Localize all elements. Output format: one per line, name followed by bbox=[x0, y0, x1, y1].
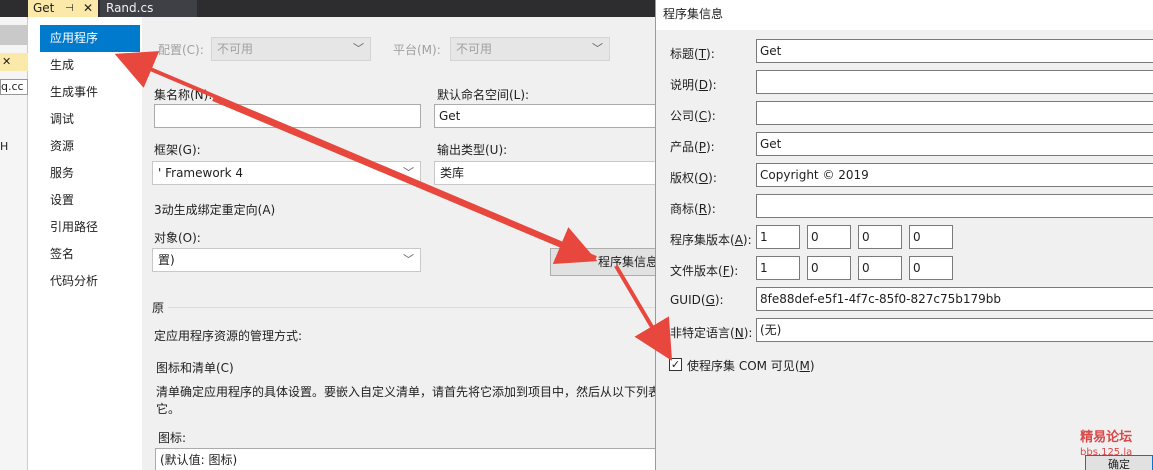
company-label: 公司(C): bbox=[670, 109, 716, 123]
watermark-line2: bbs.125.la bbox=[1080, 447, 1133, 458]
left-window-strip: ✕ q.cc H bbox=[0, 17, 28, 470]
config-value: 不可用 bbox=[217, 42, 254, 56]
left-strip-highlight bbox=[0, 25, 28, 45]
nav-item-services[interactable]: 服务 bbox=[40, 160, 140, 187]
com-visible-label[interactable]: 使程序集 COM 可见(M) bbox=[687, 357, 815, 374]
assembly-version-major[interactable]: 1 bbox=[756, 225, 800, 249]
output-type-dropdown[interactable]: 类库 bbox=[434, 161, 655, 185]
file-version-minor[interactable]: 0 bbox=[807, 256, 851, 280]
nav-item-debug[interactable]: 调试 bbox=[40, 106, 140, 133]
auto-binding-redirect-checkbox[interactable]: 3动生成绑定重定向(A) bbox=[154, 201, 275, 218]
company-input[interactable] bbox=[756, 101, 1153, 125]
description-label: 说明(D): bbox=[670, 78, 717, 92]
chevron-down-icon: ﹀ bbox=[403, 166, 414, 179]
trademark-label: 商标(R): bbox=[670, 202, 716, 216]
chevron-down-icon: ﹀ bbox=[592, 42, 603, 55]
config-label: 配置(C): bbox=[158, 43, 204, 57]
dialog-title: 程序集信息 bbox=[663, 7, 724, 21]
file-version-revision[interactable]: 0 bbox=[909, 256, 953, 280]
platform-label: 平台(M): bbox=[393, 43, 441, 57]
trademark-input[interactable] bbox=[756, 194, 1153, 218]
product-label: 产品(P): bbox=[670, 140, 715, 154]
nav-item-code-analysis[interactable]: 代码分析 bbox=[40, 268, 140, 295]
assembly-info-dialog: 程序集信息 标题(T): Get 说明(D): 公司(C): 产品(P): Ge… bbox=[655, 0, 1153, 470]
target-framework-label: 框架(G): bbox=[154, 143, 201, 157]
watermark-line1: 精易论坛 bbox=[1080, 430, 1133, 445]
file-version-major[interactable]: 1 bbox=[756, 256, 800, 280]
manifest-description-line1: 清单确定应用程序的具体设置。要嵌入自定义清单，请首先将它添加到项目中，然后从以下… bbox=[156, 385, 661, 399]
product-input[interactable]: Get bbox=[756, 132, 1153, 156]
section-divider bbox=[168, 307, 655, 308]
chevron-down-icon: ﹀ bbox=[403, 253, 414, 266]
platform-dropdown: 不可用 ﹀ bbox=[450, 37, 610, 61]
pin-icon[interactable]: ⊣ bbox=[65, 0, 74, 17]
tab-get-label: Get bbox=[33, 1, 55, 15]
target-framework-value: ' Framework 4 bbox=[158, 166, 243, 180]
neutral-language-label: 非特定语言(N): bbox=[670, 326, 753, 340]
left-strip-file[interactable]: q.cc bbox=[0, 79, 28, 95]
dialog-body: 标题(T): Get 说明(D): 公司(C): 产品(P): Get 版权(O… bbox=[656, 30, 1153, 470]
left-strip-letter: H bbox=[0, 140, 9, 153]
startup-object-value: 置) bbox=[158, 253, 175, 267]
guid-input[interactable]: 8fe88def-e5f1-4f7c-85f0-827c75b179bb bbox=[756, 287, 1153, 311]
output-type-value: 类库 bbox=[440, 166, 465, 180]
nav-item-settings[interactable]: 设置 bbox=[40, 187, 140, 214]
assembly-info-button[interactable]: 程序集信息 bbox=[550, 248, 655, 276]
assembly-version-revision[interactable]: 0 bbox=[909, 225, 953, 249]
chevron-down-icon: ﹀ bbox=[353, 42, 364, 55]
assembly-version-build[interactable]: 0 bbox=[858, 225, 902, 249]
close-icon[interactable]: ✕ bbox=[83, 0, 93, 17]
resources-section-header: 原 bbox=[152, 301, 165, 315]
guid-label: GUID(G): bbox=[670, 293, 724, 307]
title-label: 标题(T): bbox=[670, 47, 715, 61]
left-strip-close-icon[interactable]: ✕ bbox=[0, 53, 28, 71]
nav-item-application[interactable]: 应用程序 bbox=[40, 25, 140, 52]
assembly-version-label: 程序集版本(A): bbox=[670, 233, 752, 247]
startup-object-dropdown[interactable]: 置) ﹀ bbox=[152, 248, 421, 272]
nav-item-reference-paths[interactable]: 引用路径 bbox=[40, 214, 140, 241]
platform-value: 不可用 bbox=[456, 42, 493, 56]
application-page: 配置(C): 不可用 ﹀ 平台(M): 不可用 ﹀ 集名称(N): 默认命名空间… bbox=[142, 17, 660, 470]
tab-get[interactable]: Get ⊣ ✕ bbox=[28, 0, 98, 17]
title-input[interactable]: Get bbox=[756, 39, 1153, 63]
file-version-label: 文件版本(F): bbox=[670, 264, 739, 278]
nav-item-signing[interactable]: 签名 bbox=[40, 241, 140, 268]
assembly-name-input[interactable] bbox=[154, 104, 421, 128]
assembly-name-label: 集名称(N): bbox=[154, 88, 213, 102]
default-namespace-label: 默认命名空间(L): bbox=[437, 88, 530, 102]
copyright-label: 版权(O): bbox=[670, 171, 717, 185]
editor-tab-strip bbox=[0, 0, 655, 17]
manifest-description-line2: 它。 bbox=[156, 402, 181, 416]
output-type-label: 输出类型(U): bbox=[437, 143, 508, 157]
neutral-language-dropdown[interactable]: (无) bbox=[756, 318, 1153, 342]
forum-watermark: 精易论坛 bbs.125.la bbox=[1080, 430, 1132, 460]
config-dropdown: 不可用 ﹀ bbox=[211, 37, 371, 61]
nav-item-resources[interactable]: 资源 bbox=[40, 133, 140, 160]
tab-rand-cs[interactable]: Rand.cs bbox=[100, 0, 197, 17]
icon-label: 图标: bbox=[158, 431, 187, 445]
default-namespace-input[interactable]: Get bbox=[434, 104, 655, 128]
com-visible-checkbox[interactable]: ✓ bbox=[669, 358, 682, 371]
nav-item-build-events[interactable]: 生成事件 bbox=[40, 79, 140, 106]
icon-dropdown[interactable]: (默认值: 图标) bbox=[155, 448, 655, 470]
file-version-build[interactable]: 0 bbox=[858, 256, 902, 280]
description-input[interactable] bbox=[756, 70, 1153, 94]
icon-and-manifest-radio[interactable]: 图标和清单(C) bbox=[156, 359, 234, 376]
project-properties-nav: 应用程序 生成 生成事件 调试 资源 服务 设置 引用路径 签名 代码分析 bbox=[28, 17, 142, 470]
target-framework-dropdown[interactable]: ' Framework 4 ﹀ bbox=[152, 161, 421, 185]
startup-object-label: 对象(O): bbox=[154, 231, 201, 245]
assembly-version-minor[interactable]: 0 bbox=[807, 225, 851, 249]
resources-description: 定应用程序资源的管理方式: bbox=[154, 329, 303, 343]
copyright-input[interactable]: Copyright © 2019 bbox=[756, 163, 1153, 187]
tab-rand-label: Rand.cs bbox=[106, 1, 154, 15]
nav-item-build[interactable]: 生成 bbox=[40, 52, 140, 79]
